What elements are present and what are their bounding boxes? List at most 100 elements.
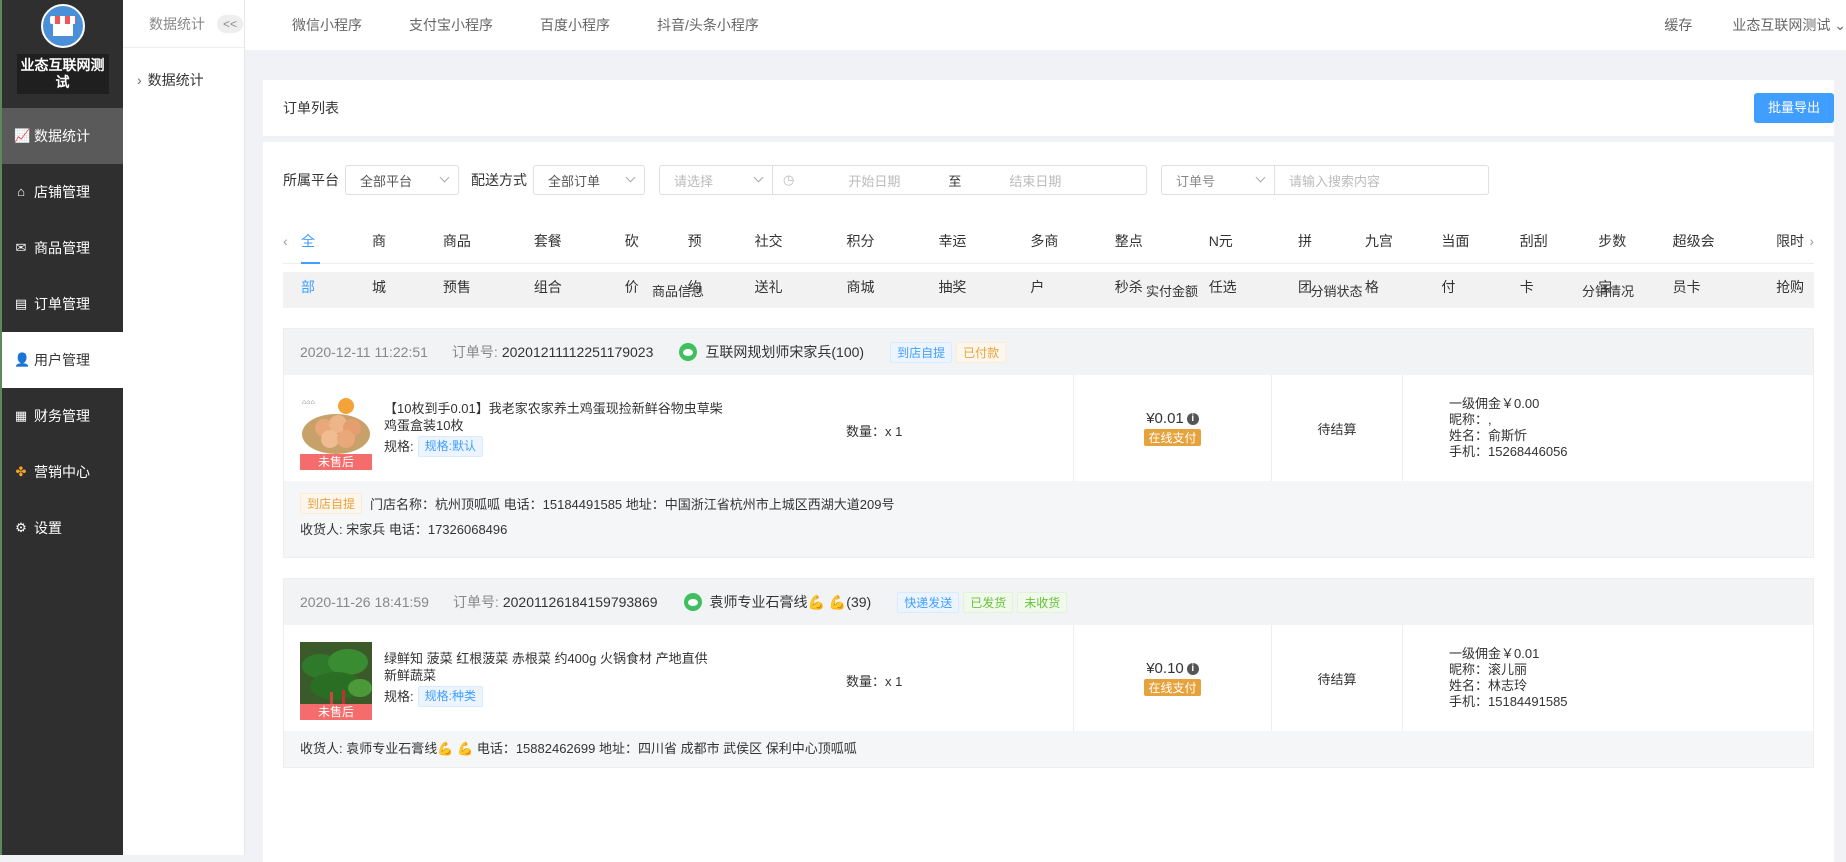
order-tab[interactable]: 预约	[688, 218, 707, 295]
commission: 一级佣金￥0.01	[1449, 646, 1540, 661]
phone: 手机：15268446056	[1449, 444, 1568, 459]
real-name: 姓名：俞斯忻	[1449, 428, 1528, 443]
order-tab[interactable]: 整点秒杀	[1115, 218, 1153, 295]
sidebar-item-label: 数据统计	[34, 128, 90, 144]
tab-baidu[interactable]: 百度小程序	[540, 15, 610, 35]
order-tab[interactable]: 砍价	[625, 218, 644, 295]
end-date-input[interactable]: 结束日期	[1009, 171, 1061, 190]
order-tab[interactable]: 限时抢购	[1776, 218, 1814, 295]
tab-douyin[interactable]: 抖音/头条小程序	[657, 15, 759, 35]
tab-alipay[interactable]: 支付宝小程序	[409, 15, 493, 35]
info-icon[interactable]: i	[1186, 662, 1199, 675]
svg-text:⌂⌂⌂: ⌂⌂⌂	[302, 399, 315, 406]
sidebar-item-orders[interactable]: ▤ 订单管理	[2, 276, 123, 332]
tab-wechat[interactable]: 微信小程序	[292, 15, 362, 35]
order-footer: 收货人: 袁师专业石膏线💪 💪 电话：15882462699 地址：四川省 成都…	[284, 731, 1813, 767]
collapse-button[interactable]: <<	[217, 14, 244, 33]
wechat-icon	[683, 593, 702, 611]
scroll-left-icon[interactable]: ‹	[283, 218, 288, 264]
chevron-down-icon	[625, 172, 636, 183]
sidebar-item-label: 财务管理	[34, 408, 90, 424]
platform-select[interactable]: 全部平台	[345, 165, 459, 195]
order-card: 2020-12-11 11:22:51 订单号: 202012111122511…	[283, 328, 1814, 558]
platform-label: 所属平台	[283, 172, 339, 188]
dist-status: 待结算	[1272, 625, 1403, 731]
order-tab[interactable]: 套餐组合	[534, 218, 572, 295]
sidebar-item-shop[interactable]: ⌂ 店铺管理	[2, 164, 123, 220]
info-icon[interactable]: i	[1186, 412, 1199, 425]
sidebar-item-label: 订单管理	[34, 296, 90, 312]
shop-icon: ⌂	[17, 184, 25, 199]
order-type-tabs: ‹ 全部 商城 商品预售 套餐组合 砍价 预约 社交送礼 积分商城 幸运抽奖 多商户 整点秒杀 N元任…	[283, 218, 1814, 295]
date-range-picker[interactable]: ◷ 开始日期 至 结束日期	[773, 165, 1147, 195]
real-name: 姓名：林志玲	[1449, 678, 1528, 693]
order-tab[interactable]: 社交送礼	[755, 218, 793, 295]
date-type-select[interactable]: 请选择	[659, 165, 773, 195]
header-dist-status: 分销状态	[1310, 283, 1363, 299]
scroll-right-icon[interactable]: ›	[1809, 218, 1814, 264]
receiver-info: 收货人: 宋家兵 电话：17326068496	[300, 522, 508, 537]
account-name: 业态互联网测试	[1732, 17, 1831, 33]
order-tab[interactable]: 拼团	[1298, 218, 1317, 295]
search-placeholder: 请输入搜索内容	[1289, 173, 1381, 189]
subnav-item-stats[interactable]: › 数据统计	[123, 48, 244, 112]
dist-info: 一级佣金￥0.01 昵称：滚儿丽 姓名：林志玲 手机：15184491585	[1403, 625, 1813, 731]
order-tab[interactable]: 超级会员卡	[1673, 218, 1720, 295]
order-tab[interactable]: 多商户	[1030, 218, 1058, 295]
search-input[interactable]: 请输入搜索内容	[1275, 165, 1489, 195]
store-info: 门店名称：杭州顶呱呱 电话：15184491585 地址：中国浙江省杭州市上城区…	[370, 497, 895, 512]
order-tab-list: 全部 商城 商品预售 套餐组合 砍价 预约 社交送礼 积分商城 幸运抽奖 多商户 整点秒杀 N元任选 拼…	[301, 218, 1814, 295]
spec-tag: 规格:默认	[417, 435, 483, 457]
spec-tag: 规格:种类	[417, 685, 483, 707]
order-card: 2020-11-26 18:41:59 订单号: 202011261841597…	[283, 578, 1814, 768]
wechat-icon	[679, 343, 698, 361]
order-tab[interactable]: 步数宝	[1598, 218, 1626, 295]
platform-value: 全部平台	[360, 173, 413, 189]
order-tab[interactable]: 商品预售	[443, 218, 481, 295]
buyer-name: 互联网规划师宋家兵(100)	[705, 344, 865, 360]
after-sale-badge: 未售后	[300, 704, 372, 720]
order-panel: 所属平台 全部平台 配送方式 全部订单 请选择 ◷ 开始日期 至 结束日期 订单…	[263, 142, 1834, 862]
search-field-value: 订单号	[1176, 173, 1216, 189]
quantity: 数量：x 1	[846, 424, 903, 439]
dist-status: 待结算	[1272, 375, 1403, 481]
order-tab[interactable]: 幸运抽奖	[938, 218, 976, 295]
order-time: 2020-11-26 18:41:59	[300, 594, 429, 610]
sidebar: 业态互联网测试 📈 数据统计 ⌂ 店铺管理 ✉ 商品管理 ▤ 订单管理 👤 用户管理 ▦ 财…	[0, 0, 123, 855]
goods-cell: ⌂⌂⌂ 未售后 【10枚到手0.01】我老家农家养土鸡蛋现捡新鲜谷物虫草柴鸡蛋盒…	[284, 375, 1074, 481]
goods-cell: 未售后 绿鲜知 菠菜 红根菠菜 赤根菜 约400g 火锅食材 产地直供 新鲜蔬菜…	[284, 625, 1074, 731]
phone: 手机：15184491585	[1449, 694, 1568, 709]
delivery-tag: 快递发送	[897, 591, 960, 613]
sidebar-item-stats[interactable]: 📈 数据统计	[2, 108, 123, 164]
order-tab[interactable]: 当面付	[1441, 218, 1469, 295]
sidebar-item-marketing[interactable]: ✤ 营销中心	[2, 444, 123, 500]
goods-title[interactable]: 【10枚到手0.01】我老家农家养土鸡蛋现捡新鲜谷物虫草柴鸡蛋盒装10枚	[384, 400, 724, 434]
order-tab[interactable]: 刮刮卡	[1520, 218, 1548, 295]
pickup-tag: 到店自提	[300, 493, 363, 514]
search-field-select[interactable]: 订单号	[1161, 165, 1275, 195]
order-tab[interactable]: N元任选	[1209, 218, 1244, 295]
chevron-down-icon	[753, 172, 764, 183]
sidebar-item-users[interactable]: 👤 用户管理	[2, 332, 123, 388]
order-tab[interactable]: 积分商城	[847, 218, 885, 295]
sidebar-item-goods[interactable]: ✉ 商品管理	[2, 220, 123, 276]
order-tab[interactable]: 全部	[301, 218, 320, 295]
order-row: 未售后 绿鲜知 菠菜 红根菠菜 赤根菜 约400g 火锅食材 产地直供 新鲜蔬菜…	[284, 625, 1813, 731]
order-row: ⌂⌂⌂ 未售后 【10枚到手0.01】我老家农家养土鸡蛋现捡新鲜谷物虫草柴鸡蛋盒…	[284, 375, 1813, 481]
order-tab[interactable]: 商城	[372, 218, 391, 295]
start-date-input[interactable]: 开始日期	[848, 171, 900, 190]
delivery-select[interactable]: 全部订单	[533, 165, 645, 195]
page-title: 订单列表	[283, 100, 339, 116]
goods-title[interactable]: 绿鲜知 菠菜 红根菠菜 赤根菜 约400g 火锅食材 产地直供 新鲜蔬菜	[384, 650, 724, 684]
user-icon: 👤	[14, 352, 31, 367]
account-menu[interactable]: 业态互联网测试 ⌄	[1732, 15, 1846, 35]
price-cell: ¥0.01 i 在线支付	[1074, 375, 1272, 481]
received-tag: 未收货	[1017, 591, 1068, 613]
goods-info: 【10枚到手0.01】我老家农家养土鸡蛋现捡新鲜谷物虫草柴鸡蛋盒装10枚 规格:…	[384, 400, 724, 457]
sidebar-item-settings[interactable]: ⚙ 设置	[2, 500, 123, 556]
order-tab[interactable]: 九宫格	[1365, 218, 1393, 295]
cache-link[interactable]: 缓存	[1664, 15, 1692, 35]
delivery-tag: 到店自提	[890, 341, 953, 363]
sidebar-item-finance[interactable]: ▦ 财务管理	[2, 388, 123, 444]
export-button[interactable]: 批量导出	[1753, 93, 1834, 123]
